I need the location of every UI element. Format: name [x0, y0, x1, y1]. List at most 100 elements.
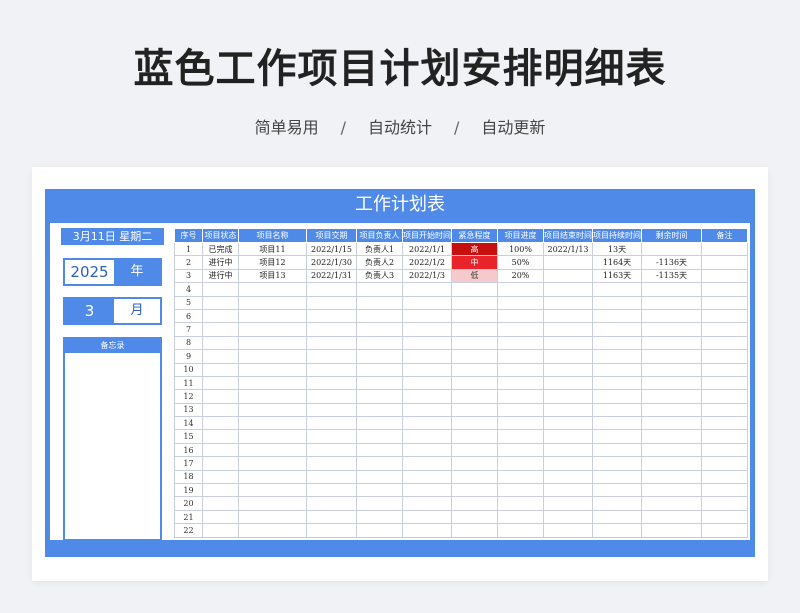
- cell-note[interactable]: [701, 456, 748, 471]
- cell-remaining[interactable]: [641, 375, 702, 391]
- cell-seq[interactable]: 14: [174, 416, 203, 431]
- cell-progress[interactable]: [497, 335, 544, 351]
- cell-remaining[interactable]: [641, 389, 702, 404]
- cell-start[interactable]: [402, 416, 452, 431]
- cell-status[interactable]: [202, 402, 239, 418]
- cell-status[interactable]: 进行中: [202, 255, 239, 270]
- cell-owner[interactable]: [356, 375, 403, 391]
- cell-owner[interactable]: [356, 429, 403, 444]
- cell-note[interactable]: [701, 295, 748, 310]
- cell-priority[interactable]: [451, 335, 498, 351]
- cell-owner[interactable]: [356, 469, 403, 485]
- cell-remaining[interactable]: -1135天: [641, 268, 702, 284]
- cell-status[interactable]: [202, 416, 239, 431]
- cell-name[interactable]: [238, 416, 307, 431]
- cell-owner[interactable]: [356, 496, 403, 511]
- cell-remaining[interactable]: [641, 349, 702, 364]
- cell-duration[interactable]: [592, 442, 642, 458]
- month-value[interactable]: 3: [65, 299, 114, 323]
- cell-seq[interactable]: 8: [174, 335, 203, 351]
- cell-priority[interactable]: [451, 362, 498, 377]
- cell-note[interactable]: [701, 429, 748, 444]
- cell-start[interactable]: [402, 523, 452, 538]
- cell-start[interactable]: [402, 335, 452, 351]
- cell-start[interactable]: [402, 456, 452, 471]
- cell-due[interactable]: 2022/1/31: [306, 268, 357, 284]
- cell-status[interactable]: [202, 308, 239, 324]
- cell-name[interactable]: [238, 322, 307, 337]
- cell-start[interactable]: [402, 362, 452, 377]
- cell-name[interactable]: [238, 349, 307, 364]
- cell-end[interactable]: [543, 402, 593, 418]
- cell-priority[interactable]: [451, 416, 498, 431]
- cell-duration[interactable]: [592, 375, 642, 391]
- cell-duration[interactable]: [592, 402, 642, 418]
- cell-name[interactable]: [238, 523, 307, 538]
- cell-priority[interactable]: [451, 282, 498, 297]
- cell-progress[interactable]: [497, 375, 544, 391]
- cell-status[interactable]: 已完成: [202, 241, 239, 257]
- cell-progress[interactable]: [497, 523, 544, 538]
- cell-seq[interactable]: 13: [174, 402, 203, 418]
- cell-owner[interactable]: [356, 523, 403, 538]
- cell-note[interactable]: [701, 241, 748, 257]
- cell-duration[interactable]: [592, 349, 642, 364]
- cell-progress[interactable]: [497, 416, 544, 431]
- cell-duration[interactable]: 1163天: [592, 268, 642, 284]
- cell-seq[interactable]: 12: [174, 389, 203, 404]
- cell-end[interactable]: [543, 322, 593, 337]
- cell-due[interactable]: [306, 362, 357, 377]
- cell-note[interactable]: [701, 362, 748, 377]
- cell-due[interactable]: [306, 483, 357, 498]
- cell-end[interactable]: [543, 416, 593, 431]
- cell-status[interactable]: [202, 335, 239, 351]
- cell-status[interactable]: [202, 496, 239, 511]
- cell-duration[interactable]: [592, 362, 642, 377]
- cell-end[interactable]: [543, 375, 593, 391]
- cell-end[interactable]: [543, 496, 593, 511]
- cell-owner[interactable]: [356, 509, 403, 525]
- cell-seq[interactable]: 17: [174, 456, 203, 471]
- cell-end[interactable]: [543, 295, 593, 310]
- cell-status[interactable]: [202, 295, 239, 310]
- cell-owner[interactable]: [356, 295, 403, 310]
- cell-name[interactable]: 项目13: [238, 268, 307, 284]
- cell-due[interactable]: [306, 375, 357, 391]
- cell-remaining[interactable]: [641, 335, 702, 351]
- cell-duration[interactable]: [592, 523, 642, 538]
- cell-remaining[interactable]: [641, 416, 702, 431]
- cell-duration[interactable]: 13天: [592, 241, 642, 257]
- cell-status[interactable]: [202, 349, 239, 364]
- cell-progress[interactable]: [497, 509, 544, 525]
- cell-owner[interactable]: [356, 308, 403, 324]
- cell-duration[interactable]: [592, 429, 642, 444]
- cell-progress[interactable]: [497, 496, 544, 511]
- cell-seq[interactable]: 5: [174, 295, 203, 310]
- cell-end[interactable]: [543, 483, 593, 498]
- cell-seq[interactable]: 21: [174, 509, 203, 525]
- cell-owner[interactable]: [356, 402, 403, 418]
- cell-start[interactable]: [402, 429, 452, 444]
- memo-panel[interactable]: 备忘录: [63, 337, 162, 541]
- cell-start[interactable]: 2022/1/2: [402, 255, 452, 270]
- cell-owner[interactable]: [356, 362, 403, 377]
- cell-start[interactable]: [402, 282, 452, 297]
- cell-name[interactable]: [238, 389, 307, 404]
- cell-end[interactable]: [543, 308, 593, 324]
- cell-progress[interactable]: [497, 349, 544, 364]
- cell-owner[interactable]: [356, 483, 403, 498]
- cell-priority[interactable]: [451, 308, 498, 324]
- cell-seq[interactable]: 19: [174, 483, 203, 498]
- cell-remaining[interactable]: [641, 402, 702, 418]
- cell-priority[interactable]: [451, 322, 498, 337]
- cell-name[interactable]: [238, 335, 307, 351]
- cell-name[interactable]: [238, 456, 307, 471]
- cell-remaining[interactable]: [641, 322, 702, 337]
- cell-owner[interactable]: 负责人2: [356, 255, 403, 270]
- cell-remaining[interactable]: [641, 483, 702, 498]
- cell-name[interactable]: [238, 295, 307, 310]
- cell-status[interactable]: [202, 362, 239, 377]
- cell-name[interactable]: [238, 496, 307, 511]
- year-selector[interactable]: 2025 年: [63, 258, 162, 286]
- cell-owner[interactable]: [356, 335, 403, 351]
